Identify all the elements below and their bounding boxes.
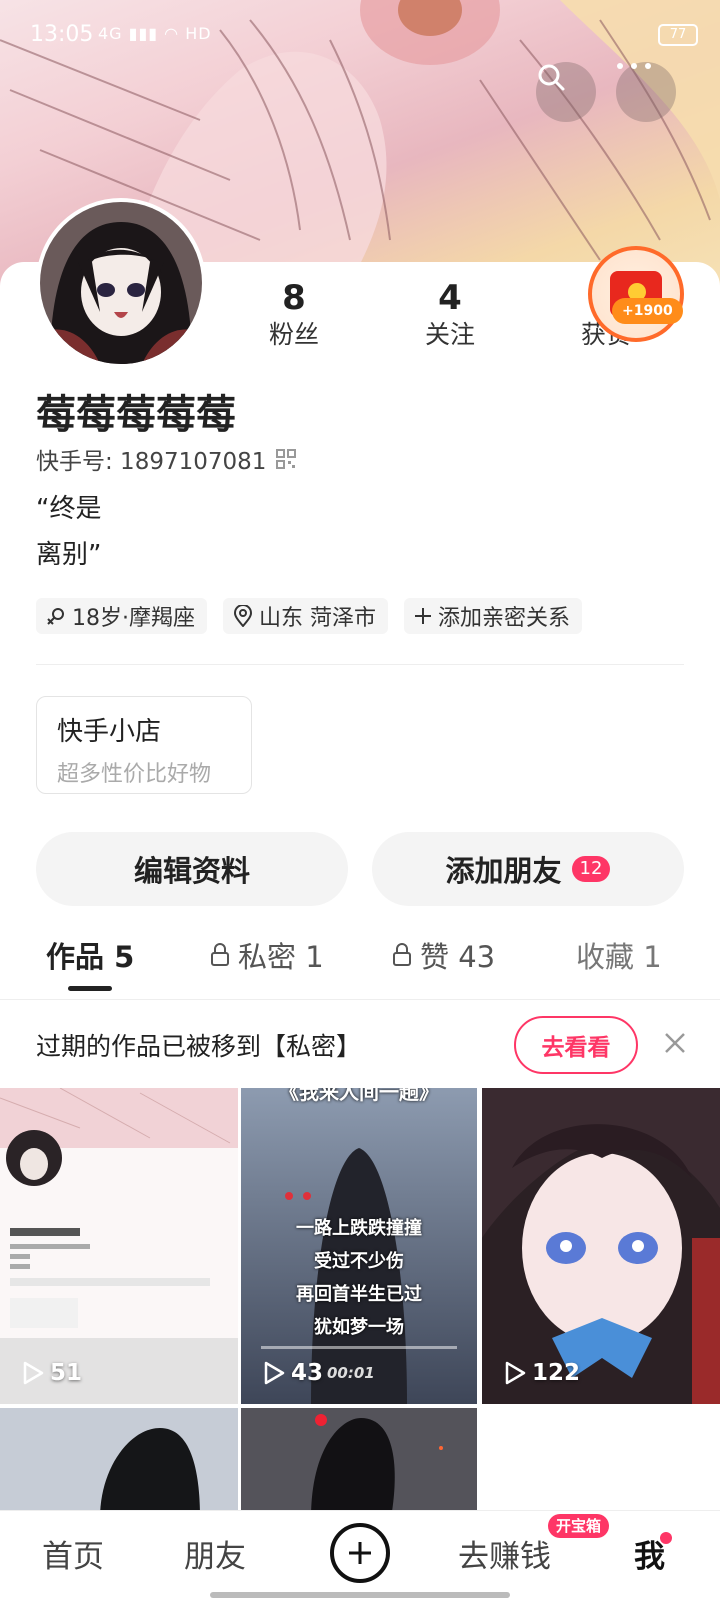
notice-text: 过期的作品已被移到【私密】: [36, 1032, 362, 1061]
add-friend-badge: 12: [571, 856, 611, 882]
work-lyric: 一路上跌跌撞撞: [296, 1218, 422, 1239]
username: 莓莓莓莓莓: [36, 392, 236, 438]
edit-profile-button[interactable]: 编辑资料: [36, 832, 348, 906]
work-lyric: 《我来人间一趟》: [279, 1088, 439, 1104]
red-packet-button[interactable]: [588, 246, 684, 342]
fans-count: 8: [282, 278, 306, 318]
tab-works-label: 作品 5: [46, 940, 135, 974]
active-tab-indicator: [68, 986, 112, 991]
tab-favorites[interactable]: 收藏 1: [576, 934, 662, 976]
work-item[interactable]: 122: [482, 1088, 720, 1404]
play-count-value: 43: [291, 1360, 324, 1386]
kuaishou-id[interactable]: 快手号: 1897107081: [36, 442, 297, 476]
work-item[interactable]: 51: [0, 1088, 238, 1404]
play-count: 43: [263, 1360, 323, 1386]
fans-stat[interactable]: 8 粉丝: [234, 278, 354, 351]
tab-private-label: 私密 1: [238, 940, 324, 974]
bio: “终是 离别”: [36, 486, 101, 578]
red-packet-reward: +1900: [612, 298, 683, 324]
create-button[interactable]: [330, 1523, 390, 1583]
gender-icon: [47, 608, 64, 625]
lock-icon: [211, 943, 229, 966]
kuaishou-id-label: 快手号: 1897107081: [36, 449, 267, 475]
expired-notice: 过期的作品已被移到【私密】 去看看: [0, 1000, 720, 1090]
tag-age[interactable]: 18岁·摩羯座: [36, 598, 207, 634]
play-icon: [264, 1361, 285, 1385]
status-time: 13:05: [30, 22, 94, 47]
work-lyrics-block: 一路上跌跌撞撞 受过不少伤 再回首半生已过 犹如梦一场: [241, 1212, 477, 1344]
play-icon: [505, 1361, 526, 1385]
more-icon: [617, 63, 651, 69]
tag-age-label: 18岁·摩羯座: [72, 606, 195, 631]
tag-location[interactable]: 山东 菏泽市: [223, 598, 388, 634]
notification-dot: [660, 1532, 672, 1544]
tab-works[interactable]: 作品 5: [46, 934, 134, 976]
work-item[interactable]: [241, 1408, 479, 1518]
location-pin-icon: [233, 605, 253, 627]
tag-add-relation[interactable]: 添加亲密关系: [404, 598, 583, 634]
work-thumbnail: [0, 1408, 238, 1518]
nav-home[interactable]: 首页: [42, 1531, 104, 1576]
plus-icon: [415, 608, 431, 624]
play-count: 51: [22, 1360, 82, 1386]
shop-subtitle: 超多性价比好物: [57, 762, 212, 787]
play-count: 122: [504, 1360, 580, 1386]
add-friend-label: 添加朋友: [445, 854, 562, 888]
qr-code-icon: [276, 449, 297, 469]
notice-view-label: 去看看: [541, 1035, 611, 1061]
status-bar: 13:05 4G ▮▮▮ ◠ HD 77: [0, 0, 720, 70]
search-icon: [538, 64, 565, 91]
shop-title: 快手小店: [57, 717, 162, 747]
tag-add-relation-label: 添加亲密关系: [438, 606, 571, 631]
play-count-value: 122: [532, 1360, 581, 1386]
work-lyric: 受过不少伤: [314, 1251, 404, 1272]
work-thumbnail: [241, 1408, 477, 1518]
following-label: 关注: [424, 319, 475, 349]
work-thumbnail: [0, 1088, 238, 1404]
nav-earn[interactable]: 去赚钱: [458, 1531, 551, 1576]
tab-private[interactable]: 私密 1: [210, 934, 324, 976]
avatar-image: [40, 202, 202, 364]
tab-likes[interactable]: 赞 43: [392, 934, 495, 976]
bio-line: 离别”: [36, 540, 102, 570]
work-lyric: 犹如梦一场: [314, 1317, 404, 1338]
work-lyric: 再回首半生已过: [296, 1284, 422, 1305]
search-button[interactable]: [536, 62, 596, 122]
bottom-nav: 首页 朋友 去赚钱 我: [0, 1510, 720, 1600]
home-indicator[interactable]: [210, 1592, 510, 1598]
tab-favorites-label: 收藏 1: [576, 940, 662, 974]
fans-label: 粉丝: [268, 319, 319, 349]
lock-icon: [393, 943, 411, 966]
nav-friends[interactable]: 朋友: [184, 1531, 246, 1576]
edit-profile-label: 编辑资料: [133, 854, 250, 888]
add-friend-button[interactable]: 添加朋友 12: [372, 832, 684, 906]
tab-likes-label: 赞 43: [420, 940, 496, 974]
more-button[interactable]: [616, 62, 676, 122]
earn-badge: 开宝箱: [548, 1514, 610, 1538]
following-count: 4: [438, 278, 462, 318]
work-item[interactable]: [0, 1408, 238, 1518]
bio-line: “终是: [36, 494, 102, 524]
shop-entry[interactable]: 快手小店 超多性价比好物: [36, 696, 252, 794]
close-icon[interactable]: [660, 1028, 690, 1058]
work-thumbnail: [482, 1088, 720, 1404]
work-timestamp: 00:01: [327, 1364, 375, 1382]
play-count-value: 51: [50, 1360, 83, 1386]
notice-view-button[interactable]: 去看看: [514, 1016, 638, 1074]
signal-icon: 4G ▮▮▮ ◠ HD: [98, 24, 212, 43]
following-stat[interactable]: 4 关注: [390, 278, 510, 351]
battery-icon: 77: [658, 24, 698, 46]
profile-tags: 18岁·摩羯座 山东 菏泽市 添加亲密关系: [36, 598, 583, 634]
tag-location-label: 山东 菏泽市: [259, 606, 376, 631]
plus-icon: [349, 1542, 371, 1564]
divider: [36, 664, 684, 665]
work-item[interactable]: 《我来人间一趟》 一路上跌跌撞撞 受过不少伤 再回首半生已过 犹如梦一场 00:…: [241, 1088, 479, 1404]
avatar[interactable]: [36, 198, 206, 368]
play-icon: [23, 1361, 44, 1385]
